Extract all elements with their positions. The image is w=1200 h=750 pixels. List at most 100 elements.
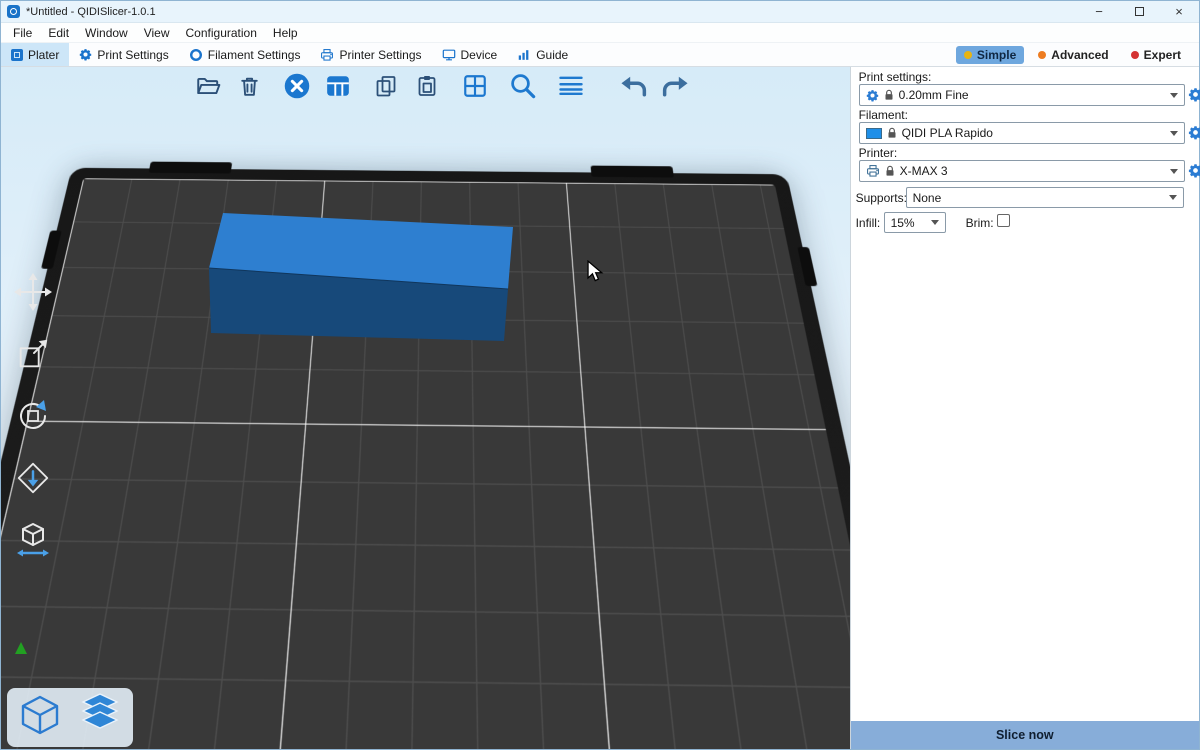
mouse-cursor (586, 260, 604, 282)
tab-printer-settings-label: Printer Settings (339, 48, 421, 62)
menu-item-configuration[interactable]: Configuration (178, 25, 265, 41)
printer-label: Printer: (859, 146, 898, 160)
mode-expert[interactable]: Expert (1123, 46, 1189, 64)
filament-combo[interactable]: QIDI PLA Rapido (859, 122, 1185, 144)
move-icon (13, 272, 53, 312)
3d-viewport[interactable] (1, 67, 850, 749)
redo-button[interactable] (660, 71, 690, 101)
3d-view-cube-icon (17, 692, 63, 738)
paste-icon (415, 74, 439, 98)
main-area: Print settings: 0.20mm Fine Filament: QI… (1, 67, 1199, 749)
chevron-down-icon (931, 220, 939, 225)
variable-layer-height-button[interactable] (556, 71, 586, 101)
gizmo-toolbar (11, 270, 55, 562)
print-settings-label: Print settings: (859, 70, 932, 84)
infill-combo[interactable]: 15% (884, 212, 946, 233)
minimize-button[interactable]: − (1079, 1, 1119, 22)
maximize-button[interactable] (1119, 1, 1159, 22)
menu-item-file[interactable]: File (5, 25, 40, 41)
tab-filament-settings[interactable]: Filament Settings (179, 43, 311, 66)
brim-checkbox[interactable] (997, 214, 1010, 227)
rotate-button[interactable] (11, 394, 55, 438)
settings-sidebar: Print settings: 0.20mm Fine Filament: QI… (850, 67, 1199, 749)
tab-plater-label: Plater (28, 48, 59, 62)
menu-item-window[interactable]: Window (77, 25, 136, 41)
tab-device[interactable]: Device (432, 43, 508, 66)
filament-gear-button[interactable] (1188, 125, 1200, 140)
print-settings-combo[interactable]: 0.20mm Fine (859, 84, 1185, 106)
mode-simple[interactable]: Simple (956, 46, 1024, 64)
bed-clip (41, 231, 62, 269)
tab-plater[interactable]: Plater (1, 43, 69, 66)
monitor-icon (442, 48, 456, 62)
tab-guide[interactable]: Guide (507, 43, 578, 66)
filament-color-swatch (866, 128, 882, 139)
window-controls: − × (1079, 1, 1199, 22)
bed-clip (797, 247, 817, 286)
gear-icon (79, 48, 92, 61)
paste-button[interactable] (412, 71, 442, 101)
menu-item-help[interactable]: Help (265, 25, 306, 41)
undo-icon (619, 74, 649, 98)
measure-button[interactable] (11, 518, 55, 562)
printer-icon (320, 48, 334, 62)
tab-guide-label: Guide (536, 48, 568, 62)
printer-gear-button[interactable] (1188, 163, 1200, 178)
tab-bar: Plater Print Settings Filament Settings … (1, 43, 1199, 67)
slice-now-button[interactable]: Slice now (851, 721, 1199, 749)
brim-label: Brim: (966, 216, 994, 230)
filament-label: Filament: (859, 108, 908, 122)
3d-view-button[interactable] (17, 692, 63, 743)
supports-label: Supports: (856, 191, 907, 205)
layers-preview-icon (77, 692, 123, 738)
open-folder-button[interactable] (193, 71, 223, 101)
bars-icon (517, 48, 531, 62)
menu-bar: File Edit Window View Configuration Help (1, 23, 1199, 43)
lock-icon (884, 89, 894, 101)
gear-icon (866, 89, 879, 102)
chevron-down-icon (1170, 169, 1178, 174)
app-logo-icon (7, 5, 20, 18)
supports-combo[interactable]: None (906, 187, 1184, 208)
menu-item-view[interactable]: View (136, 25, 178, 41)
mode-advanced[interactable]: Advanced (1030, 46, 1116, 64)
search-button[interactable] (508, 71, 538, 101)
print-settings-value: 0.20mm Fine (899, 88, 969, 102)
scale-button[interactable] (11, 332, 55, 376)
delete-button[interactable] (234, 71, 264, 101)
window-title: *Untitled - QIDISlicer-1.0.1 (26, 6, 156, 18)
lock-icon (885, 165, 895, 177)
model-box[interactable] (209, 213, 513, 341)
rotate-icon (13, 396, 53, 436)
mode-expert-label: Expert (1144, 48, 1181, 62)
chevron-down-icon (1169, 195, 1177, 200)
move-button[interactable] (11, 270, 55, 314)
printer-combo[interactable]: X-MAX 3 (859, 160, 1185, 182)
copy-button[interactable] (371, 71, 401, 101)
split-button[interactable] (460, 71, 490, 101)
view-switcher (7, 688, 133, 747)
tab-print-settings[interactable]: Print Settings (69, 43, 178, 66)
printer-icon (866, 164, 880, 178)
printer-value: X-MAX 3 (900, 164, 948, 178)
tab-device-label: Device (461, 48, 498, 62)
variable-layer-height-icon (557, 72, 585, 100)
place-on-face-icon (14, 459, 52, 497)
filament-spool-icon (189, 48, 203, 62)
bed-clip (149, 162, 233, 174)
scale-icon (14, 335, 52, 373)
arrange-button[interactable] (323, 71, 353, 101)
menu-item-edit[interactable]: Edit (40, 25, 77, 41)
undo-button[interactable] (619, 71, 649, 101)
delete-all-button[interactable] (282, 71, 312, 101)
expert-mode-dot-icon (1131, 51, 1139, 59)
chevron-down-icon (1170, 93, 1178, 98)
close-button[interactable]: × (1159, 1, 1199, 22)
tab-printer-settings[interactable]: Printer Settings (310, 43, 431, 66)
place-on-face-button[interactable] (11, 456, 55, 500)
print-settings-gear-button[interactable] (1188, 87, 1200, 102)
mode-simple-label: Simple (977, 48, 1016, 62)
chevron-down-icon (1170, 131, 1178, 136)
layers-preview-button[interactable] (77, 692, 123, 743)
copy-icon (374, 74, 398, 98)
